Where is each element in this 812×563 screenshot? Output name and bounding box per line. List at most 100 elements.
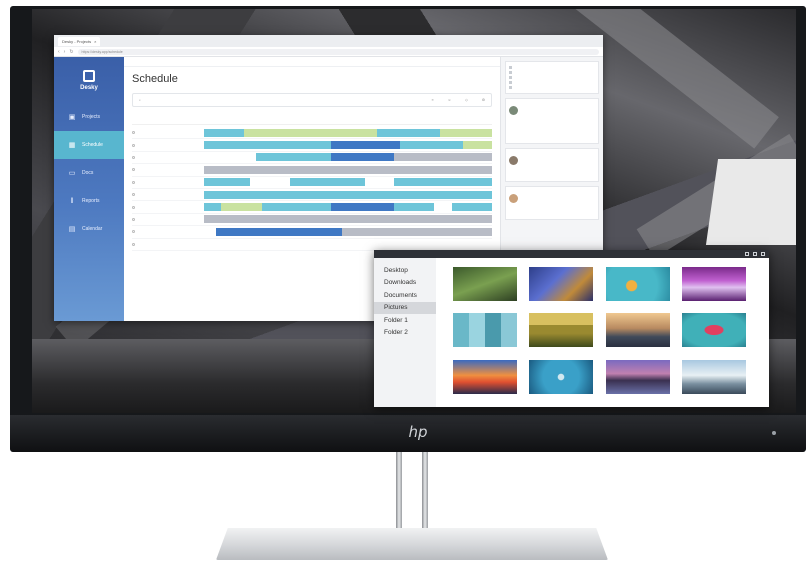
picture-thumbnail[interactable] (452, 312, 518, 348)
row-label (132, 217, 204, 221)
folder-item-folder-2[interactable]: Folder 2 (374, 327, 436, 340)
filter-box (505, 61, 599, 94)
picture-thumbnail[interactable] (681, 359, 747, 395)
search-icon[interactable]: ⌕ (139, 98, 141, 102)
browser-tab[interactable]: Desky - Projects × (58, 36, 101, 46)
schedule-bar[interactable] (204, 215, 492, 224)
row-label (132, 242, 204, 246)
wallpaper-light-panel (705, 159, 796, 245)
schedule-bar[interactable] (244, 128, 377, 137)
schedule-bar[interactable] (255, 153, 331, 162)
back-icon[interactable]: ‹ (58, 49, 60, 55)
schedule-bar[interactable] (463, 141, 492, 150)
checkbox-icon (509, 76, 512, 79)
picture-thumbnail[interactable] (528, 266, 594, 302)
schedule-bar[interactable] (261, 203, 331, 212)
picture-thumbnail[interactable] (605, 359, 671, 395)
sidebar-item-schedule[interactable]: ▦ Schedule (54, 131, 124, 159)
schedule-bar[interactable] (290, 178, 366, 187)
sidebar-item-label: Reports (82, 198, 100, 204)
schedule-bar[interactable] (394, 153, 492, 162)
schedule-bar[interactable] (399, 141, 464, 150)
close-icon[interactable]: × (94, 39, 96, 44)
minimize-icon[interactable] (745, 252, 749, 256)
picture-thumbnail[interactable] (452, 359, 518, 395)
schedule-row[interactable] (132, 189, 492, 202)
schedule-bar[interactable] (204, 190, 262, 199)
row-label (132, 230, 204, 234)
schedule-bar[interactable] (330, 203, 395, 212)
row-label (132, 131, 204, 135)
schedule-row[interactable] (132, 177, 492, 189)
schedule-bar[interactable] (204, 141, 331, 150)
schedule-bar[interactable] (204, 203, 222, 212)
address-bar[interactable]: https://desky.app/schedule (77, 48, 599, 55)
schedule-row[interactable] (132, 127, 492, 140)
row-label (132, 168, 204, 172)
picture-thumbnail[interactable] (452, 266, 518, 302)
picture-thumbnail[interactable] (681, 266, 747, 302)
desky-logo-icon (83, 69, 95, 82)
folder-item-downloads[interactable]: Downloads (374, 277, 436, 290)
sidebar-item-reports[interactable]: ‖ Reports (54, 187, 124, 215)
calendar-grid-icon: ▤ (68, 226, 76, 233)
schedule-bar[interactable] (221, 203, 262, 212)
filter-icon[interactable]: ≡ (432, 98, 434, 102)
forward-icon[interactable]: › (64, 49, 66, 55)
schedule-bar[interactable] (204, 178, 251, 187)
row-label (132, 155, 204, 159)
status-dot-icon (132, 155, 135, 159)
people-icon[interactable]: ☺ (448, 98, 452, 102)
schedule-bar[interactable] (330, 141, 400, 150)
row-track (204, 128, 492, 137)
sidebar-item-label: Projects (82, 114, 101, 120)
schedule-bar[interactable] (451, 203, 492, 212)
schedule-row[interactable] (132, 139, 492, 152)
checkbox-icon (509, 66, 512, 69)
schedule-row[interactable] (132, 152, 492, 165)
folder-item-folder-1[interactable]: Folder 1 (374, 314, 436, 327)
picture-thumbnail[interactable] (605, 312, 671, 348)
schedule-bar[interactable] (330, 153, 395, 162)
tag-icon[interactable]: ◇ (465, 98, 468, 102)
reload-icon[interactable]: ↻ (69, 49, 73, 55)
schedule-bar[interactable] (261, 190, 492, 199)
status-dot-icon (132, 180, 135, 184)
picture-thumbnail[interactable] (528, 359, 594, 395)
folder-item-documents[interactable]: Documents (374, 289, 436, 302)
schedule-bar[interactable] (394, 178, 492, 187)
schedule-row[interactable] (132, 226, 492, 239)
schedule-bar[interactable] (342, 227, 492, 236)
settings-icon[interactable]: ⚙ (482, 98, 485, 102)
schedule-bar[interactable] (204, 128, 245, 137)
schedule-bar[interactable] (376, 128, 441, 137)
close-icon[interactable] (761, 252, 765, 256)
schedule-bar[interactable] (204, 165, 492, 174)
power-button[interactable] (772, 431, 776, 435)
checkbox-icon (509, 81, 512, 84)
picture-thumbnail[interactable] (605, 266, 671, 302)
row-track (204, 153, 492, 162)
avatar (509, 194, 518, 203)
status-dot-icon (132, 205, 135, 209)
maximize-icon[interactable] (753, 252, 757, 256)
schedule-bar[interactable] (394, 203, 435, 212)
row-track (204, 190, 492, 199)
schedule-row[interactable] (132, 164, 492, 177)
folder-item-pictures[interactable]: Pictures (374, 301, 436, 314)
sidebar-item-projects[interactable]: ▣ Projects (54, 103, 124, 131)
picture-thumbnail[interactable] (681, 312, 747, 348)
schedule-bar[interactable] (215, 227, 343, 236)
schedule-bar[interactable] (440, 128, 492, 137)
schedule-row[interactable] (132, 214, 492, 227)
sidebar-item-calendar[interactable]: ▤ Calendar (54, 215, 124, 243)
brand-name: Desky (80, 84, 98, 91)
folder-item-desktop[interactable]: Desktop (374, 264, 436, 277)
sidebar-item-docs[interactable]: ▭ Docs (54, 159, 124, 187)
chart-icon: ‖ (70, 197, 74, 205)
schedule-row[interactable] (132, 201, 492, 214)
filter-option[interactable] (509, 85, 595, 90)
picture-thumbnail[interactable] (528, 312, 594, 348)
calendar-icon: ▦ (68, 142, 76, 149)
hp-logo: hp (408, 423, 428, 441)
